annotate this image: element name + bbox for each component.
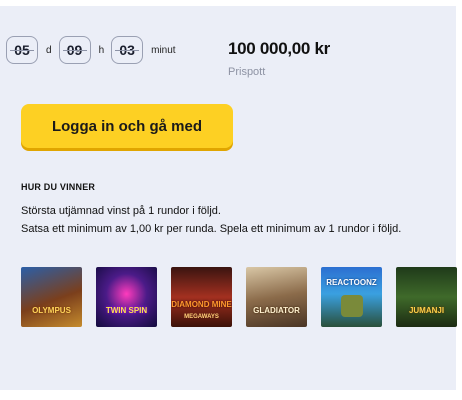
countdown-minutes-unit: minut — [151, 44, 176, 56]
how-to-win-heading: HUR DU VINNER — [21, 182, 96, 192]
game-thumbnail-gladiator[interactable]: GLADIATOR — [246, 267, 307, 327]
login-and-join-button[interactable]: Logga in och gå med — [21, 104, 233, 148]
game-title: JUMANJI — [408, 306, 445, 315]
game-thumbnail-twin-spin[interactable]: TWIN SPIN — [96, 267, 157, 327]
countdown-days: 05 — [6, 36, 38, 64]
countdown-minutes: 03 — [111, 36, 144, 64]
prize-pool: 100 000,00 kr Prispott — [228, 39, 330, 78]
game-title: OLYMPUS — [32, 306, 71, 315]
countdown-hours-unit: h — [98, 44, 105, 56]
game-thumbnail-olympus[interactable]: OLYMPUS — [21, 267, 82, 327]
prize-pool-label: Prispott — [228, 66, 266, 78]
game-title: REACTOONZ — [326, 278, 377, 287]
rule-text: Satsa ett minimum av 1,00 kr per runda. … — [21, 223, 402, 235]
countdown-timer: 05 d 09 h 03 minut — [6, 36, 183, 64]
countdown-hours: 09 — [58, 36, 91, 64]
game-title: DIAMOND MINE — [171, 300, 232, 309]
countdown-days-unit: d — [46, 44, 52, 56]
game-subtitle: MEGAWAYS — [184, 314, 219, 320]
game-thumbnail-jumanji[interactable]: JUMANJI — [396, 267, 457, 327]
game-thumbnail-diamond-mine[interactable]: DIAMOND MINE MEGAWAYS — [171, 267, 232, 327]
game-thumbnails: OLYMPUS TWIN SPIN DIAMOND MINE MEGAWAYS … — [21, 267, 462, 327]
rule-text: Största utjämnad vinst på 1 rundor i föl… — [21, 205, 221, 217]
game-title: GLADIATOR — [253, 306, 300, 315]
game-title: TWIN SPIN — [105, 306, 148, 315]
tournament-card: 05 d 09 h 03 minut 100 000,00 kr Prispot… — [0, 6, 457, 390]
prize-pool-value: 100 000,00 kr — [228, 39, 330, 58]
game-character-art — [341, 295, 363, 317]
game-thumbnail-reactoonz[interactable]: REACTOONZ — [321, 267, 382, 327]
